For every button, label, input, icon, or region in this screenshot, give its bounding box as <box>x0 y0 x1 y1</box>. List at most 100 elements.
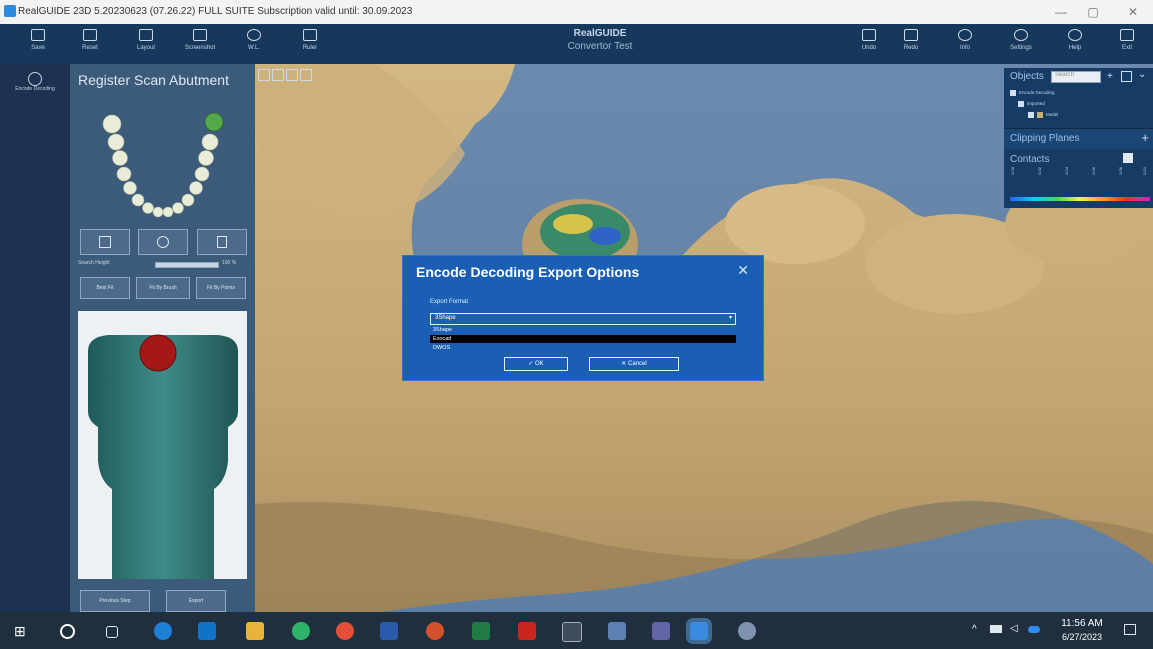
excel-icon[interactable] <box>472 622 490 640</box>
redo-button[interactable]: Redo <box>889 26 933 62</box>
notifications-icon[interactable] <box>1124 624 1136 635</box>
screenshot-view-icon[interactable] <box>286 69 298 81</box>
trash-icon <box>217 236 227 248</box>
file-explorer-icon[interactable] <box>246 622 264 640</box>
add-button[interactable] <box>80 229 130 255</box>
window-title: RealGUIDE 23D 5.20230623 (07.26.22) FULL… <box>18 6 413 17</box>
cancel-button[interactable]: ✕ Cancel <box>589 357 679 371</box>
delete-button[interactable] <box>197 229 247 255</box>
export-format-select[interactable]: 3Shape ▾ <box>430 313 736 325</box>
redo-icon <box>904 29 918 41</box>
save-button[interactable]: Save <box>16 26 60 62</box>
best-fit-button[interactable]: Best Fit <box>80 277 130 299</box>
windows-taskbar: ⊞ ^ ◁ 11:56 AM 6/27/2023 <box>0 612 1153 649</box>
app-icon-blue[interactable] <box>608 622 626 640</box>
ok-button[interactable]: ✓ OK <box>504 357 568 371</box>
settings-button[interactable]: Settings <box>999 26 1043 62</box>
teams-icon[interactable] <box>652 622 670 640</box>
reset-button[interactable]: Reset <box>68 26 112 62</box>
edge-icon[interactable] <box>154 622 172 640</box>
volume-icon[interactable]: ◁ <box>1010 623 1018 634</box>
fit-by-brush-button[interactable]: Fit By Brush <box>136 277 190 299</box>
undo-button[interactable]: Undo <box>847 26 891 62</box>
layout-button[interactable]: Layout <box>124 26 168 62</box>
title-bar: RealGUIDE 23D 5.20230623 (07.26.22) FULL… <box>0 0 1153 24</box>
tree-item-encode-decoding[interactable]: Encode Decoding <box>1010 90 1055 96</box>
checkbox[interactable] <box>1028 112 1034 118</box>
objects-section: Objects Search + ⌄ Encode Decoding Impor… <box>1004 68 1153 126</box>
selected-tooth[interactable] <box>204 112 224 132</box>
onedrive-icon[interactable] <box>1028 626 1040 633</box>
format-option-dwos[interactable]: DWOS <box>430 344 736 352</box>
chrome-icon[interactable] <box>336 622 354 640</box>
realguide-taskbar-icon[interactable] <box>690 622 708 640</box>
reset-icon <box>83 29 97 41</box>
task-view-icon[interactable] <box>106 626 118 638</box>
selected-format: 3Shape <box>435 315 456 321</box>
window-level-button[interactable]: W.L. <box>232 26 276 62</box>
clock-time[interactable]: 11:56 AM <box>1054 618 1110 630</box>
outlook-icon[interactable] <box>198 622 216 640</box>
encode-decoding-tab[interactable]: Encode Decoding <box>0 64 70 92</box>
calculator-icon[interactable] <box>562 622 582 642</box>
acrobat-icon[interactable] <box>518 622 536 640</box>
minimize-button[interactable]: — <box>1053 4 1069 20</box>
previous-step-button[interactable]: Previous Step <box>80 590 150 612</box>
tray-chevron-icon[interactable]: ^ <box>972 624 977 635</box>
export-button[interactable]: Export <box>166 590 226 612</box>
camera-view-icon[interactable] <box>272 69 284 81</box>
contacts-toggle-icon[interactable] <box>1123 153 1133 163</box>
help-button[interactable]: Help <box>1053 26 1097 62</box>
start-menu-icon[interactable]: ⊞ <box>14 622 32 640</box>
move-icon[interactable] <box>258 69 270 81</box>
maximize-button[interactable]: ▢ <box>1085 4 1101 20</box>
clipping-planes-title: Clipping Planes <box>1010 133 1080 144</box>
brand-header: RealGUIDE Convertor Test <box>545 28 655 52</box>
panel-title: Register Scan Abutment <box>78 72 229 88</box>
scan-abutment-model <box>88 334 238 579</box>
dialog-title: Encode Decoding Export Options <box>416 264 640 280</box>
checkbox[interactable] <box>1018 101 1024 107</box>
export-options-dialog: Encode Decoding Export Options ✕ Export … <box>403 256 763 380</box>
screenshot-button[interactable]: Screenshot <box>178 26 222 62</box>
format-option-exocad[interactable]: Exocad <box>430 335 736 343</box>
help-icon <box>1068 29 1082 41</box>
add-icon <box>99 236 111 248</box>
word-icon[interactable] <box>380 622 398 640</box>
register-scan-panel: Register Scan Abutment Search Height 100… <box>70 64 255 624</box>
network-icon[interactable] <box>990 625 1002 633</box>
fit-by-points-button[interactable]: Fit By Points <box>196 277 246 299</box>
search-icon[interactable] <box>60 624 75 639</box>
grid-icon[interactable] <box>300 69 312 81</box>
add-clipping-plane-icon[interactable]: + <box>1141 130 1149 145</box>
info-icon <box>958 29 972 41</box>
close-icon[interactable]: ✕ <box>737 262 749 279</box>
browser-icon[interactable] <box>292 622 310 640</box>
checkbox[interactable] <box>1010 90 1016 96</box>
exit-button[interactable]: Exit <box>1105 26 1149 62</box>
format-option-3shape[interactable]: 3Shape <box>430 326 736 334</box>
clipping-planes-section[interactable]: Clipping Planes + <box>1004 128 1153 149</box>
chevron-down-icon[interactable]: ⌄ <box>1138 69 1146 80</box>
tree-item-model[interactable]: Model <box>1028 112 1058 118</box>
objects-search-input[interactable]: Search <box>1051 71 1101 83</box>
info-button[interactable]: Info <box>943 26 987 62</box>
tree-item-imported[interactable]: Imported <box>1018 101 1045 107</box>
rotate-button[interactable] <box>138 229 188 255</box>
app-icon-gray[interactable] <box>738 622 756 640</box>
abutment-viewer[interactable] <box>78 311 247 579</box>
clock-date[interactable]: 6/27/2023 <box>1054 632 1110 642</box>
search-height-slider[interactable] <box>155 262 219 268</box>
contacts-section: Contacts 0.00 0.02 0.04 0.06 0.08 0.10 <box>1004 151 1153 208</box>
ruler-button[interactable]: Ruler <box>288 26 332 62</box>
add-object-icon[interactable]: + <box>1107 71 1113 82</box>
powerpoint-icon[interactable] <box>426 622 444 640</box>
contact-tick: 0.00 <box>1010 167 1015 175</box>
close-window-button[interactable]: ✕ <box>1125 4 1141 20</box>
contact-color-scale <box>1010 197 1150 201</box>
rotate-icon <box>157 236 169 248</box>
list-view-icon[interactable] <box>1121 71 1132 82</box>
encode-decoding-icon <box>28 72 42 86</box>
model-color-swatch <box>1037 112 1043 118</box>
dental-arch-chart[interactable] <box>80 92 245 287</box>
